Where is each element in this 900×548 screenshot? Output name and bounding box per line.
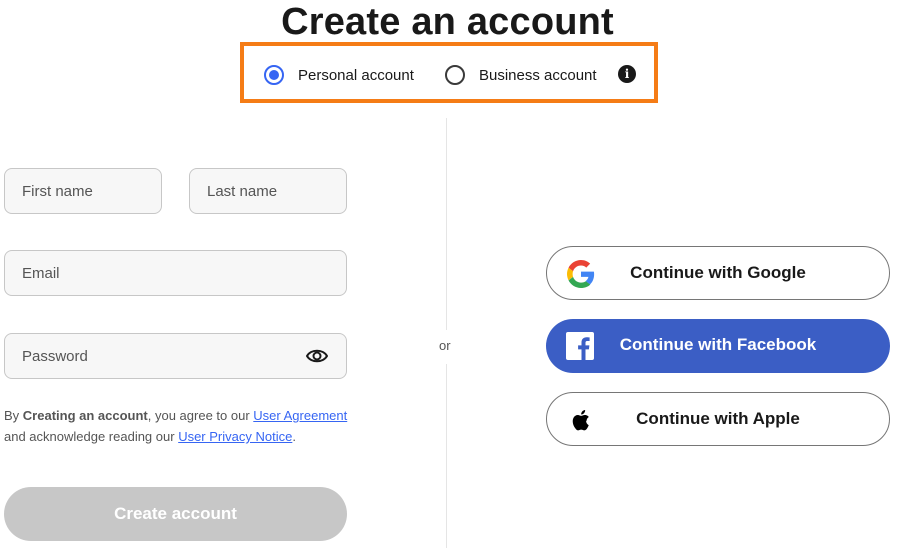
first-name-placeholder: First name bbox=[22, 182, 93, 200]
first-name-field[interactable]: First name bbox=[4, 168, 162, 214]
business-account-radio[interactable]: Business account bbox=[445, 65, 597, 85]
email-field[interactable]: Email bbox=[4, 250, 347, 296]
page-title: Create an account bbox=[281, 1, 614, 43]
password-field[interactable]: Password bbox=[4, 333, 347, 379]
continue-with-google-label: Continue with Google bbox=[630, 263, 806, 282]
business-account-radio-circle[interactable] bbox=[445, 65, 465, 85]
personal-account-radio-circle[interactable] bbox=[264, 65, 284, 85]
user-agreement-link[interactable]: User Agreement bbox=[253, 408, 347, 423]
last-name-placeholder: Last name bbox=[207, 182, 278, 200]
last-name-field[interactable]: Last name bbox=[189, 168, 347, 214]
legal-bold: Creating an account bbox=[22, 408, 148, 423]
legal-text-2: and acknowledge reading our bbox=[4, 429, 179, 444]
eye-icon[interactable] bbox=[306, 347, 328, 365]
info-icon[interactable]: i bbox=[618, 65, 636, 83]
continue-with-apple-button[interactable]: Continue with Apple bbox=[546, 392, 890, 446]
continue-with-google-button[interactable]: Continue with Google bbox=[546, 246, 890, 300]
personal-account-radio[interactable]: Personal account bbox=[264, 65, 414, 85]
continue-with-apple-label: Continue with Apple bbox=[636, 409, 800, 428]
personal-account-label: Personal account bbox=[298, 66, 414, 84]
divider-line-top bbox=[446, 118, 447, 330]
legal-notice: By Creating an account, you agree to our… bbox=[4, 405, 349, 447]
legal-text-1: , you agree to our bbox=[147, 408, 254, 423]
legal-prefix: By bbox=[4, 408, 23, 423]
continue-with-facebook-button[interactable]: Continue with Facebook bbox=[546, 319, 890, 373]
divider-line-bottom bbox=[446, 364, 447, 548]
password-placeholder: Password bbox=[22, 347, 88, 365]
account-type-selector: Personal account Business account i bbox=[240, 42, 658, 103]
email-placeholder: Email bbox=[22, 264, 60, 282]
business-account-label: Business account bbox=[479, 66, 597, 84]
or-divider-label: or bbox=[439, 338, 451, 353]
create-account-button[interactable]: Create account bbox=[4, 487, 347, 541]
legal-suffix: . bbox=[292, 429, 296, 444]
continue-with-facebook-label: Continue with Facebook bbox=[619, 335, 817, 354]
user-privacy-notice-link[interactable]: User Privacy Notice bbox=[178, 429, 292, 444]
